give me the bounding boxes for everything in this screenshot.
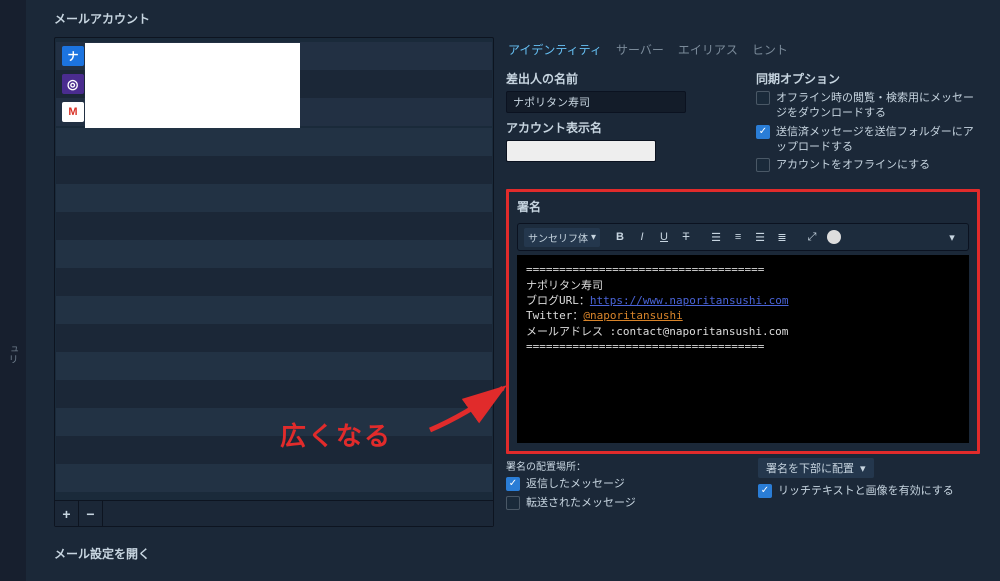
sender-name-input[interactable]	[506, 91, 686, 113]
signature-position-select[interactable]: 署名を下部に配置 ▾	[758, 458, 874, 478]
sync-offline-download-label: オフライン時の閲覧・検索用にメッセージをダウンロードする	[776, 91, 980, 121]
sync-account-offline-checkbox[interactable]	[756, 158, 770, 172]
open-mail-settings-label: メール設定を開く	[54, 545, 980, 562]
placement-reply-label: 返信したメッセージ	[526, 477, 625, 492]
add-account-button[interactable]: +	[55, 501, 79, 527]
remove-account-button[interactable]: −	[79, 501, 103, 527]
richtext-enable-label: リッチテキストと画像を有効にする	[778, 484, 954, 499]
twitter-link[interactable]: @naporitansushi	[583, 309, 682, 322]
accounts-panel: ナ ◎ M + −	[54, 37, 494, 527]
signature-editor[interactable]: ==================================== ナポリ…	[517, 255, 969, 443]
signature-placement-label: 署名の配置場所：	[506, 458, 728, 473]
chevron-down-icon: ▾	[591, 232, 596, 243]
sync-upload-sent-label: 送信済メッセージを送信フォルダーにアップロードする	[776, 125, 980, 155]
italic-button[interactable]: I	[632, 227, 652, 247]
align-left-button[interactable]: ☰	[706, 227, 726, 247]
accounts-empty-rows	[56, 128, 492, 498]
tabs: アイデンティティ サーバー エイリアス ヒント	[506, 37, 980, 68]
blog-url-link[interactable]: https://www.naporitansushi.com	[590, 294, 789, 307]
tab-servers[interactable]: サーバー	[616, 41, 664, 58]
account-display-input[interactable]	[506, 140, 656, 162]
richtext-enable-checkbox[interactable]	[758, 484, 772, 498]
vivaldi-icon: ◎	[62, 74, 84, 94]
signature-toolbar: サンセリフ体▾ B I U T ☰ ≡ ☰ ≣ ⤢ ▾	[517, 223, 969, 251]
link-button[interactable]: ⤢	[802, 227, 822, 247]
list-button[interactable]: ≣	[772, 227, 792, 247]
align-right-button[interactable]: ☰	[750, 227, 770, 247]
tab-hints[interactable]: ヒント	[752, 41, 788, 58]
strikethrough-button[interactable]: T	[676, 227, 696, 247]
placement-reply-checkbox[interactable]	[506, 477, 520, 491]
sync-account-offline-label: アカウントをオフラインにする	[776, 158, 930, 173]
sync-upload-sent-checkbox[interactable]	[756, 125, 770, 139]
underline-button[interactable]: U	[654, 227, 674, 247]
sync-offline-download-checkbox[interactable]	[756, 91, 770, 105]
rail-label: ュリ	[4, 344, 19, 364]
sender-name-label: 差出人の名前	[506, 70, 730, 87]
gmail-icon: M	[62, 102, 84, 122]
tab-identity[interactable]: アイデンティティ	[508, 41, 602, 58]
font-family-select[interactable]: サンセリフ体▾	[524, 228, 600, 247]
align-center-button[interactable]: ≡	[728, 227, 748, 247]
redaction-mask	[85, 43, 300, 128]
account-display-label: アカウント表示名	[506, 119, 730, 136]
bold-button[interactable]: B	[610, 227, 630, 247]
placement-forward-label: 転送されたメッセージ	[526, 496, 636, 511]
signature-section-highlight: 署名 サンセリフ体▾ B I U T ☰ ≡ ☰ ≣ ⤢	[506, 189, 980, 454]
placement-forward-checkbox[interactable]	[506, 496, 520, 510]
toolbar-more-button[interactable]: ▾	[942, 227, 962, 247]
section-title-mail-accounts: メールアカウント	[54, 10, 980, 27]
chevron-down-icon: ▾	[860, 462, 866, 475]
account-icon: ナ	[62, 46, 84, 66]
tab-aliases[interactable]: エイリアス	[678, 41, 738, 58]
color-swatch-button[interactable]	[824, 227, 844, 247]
signature-label: 署名	[517, 198, 969, 215]
color-dot-icon	[827, 230, 841, 244]
sync-options-label: 同期オプション	[756, 70, 980, 87]
